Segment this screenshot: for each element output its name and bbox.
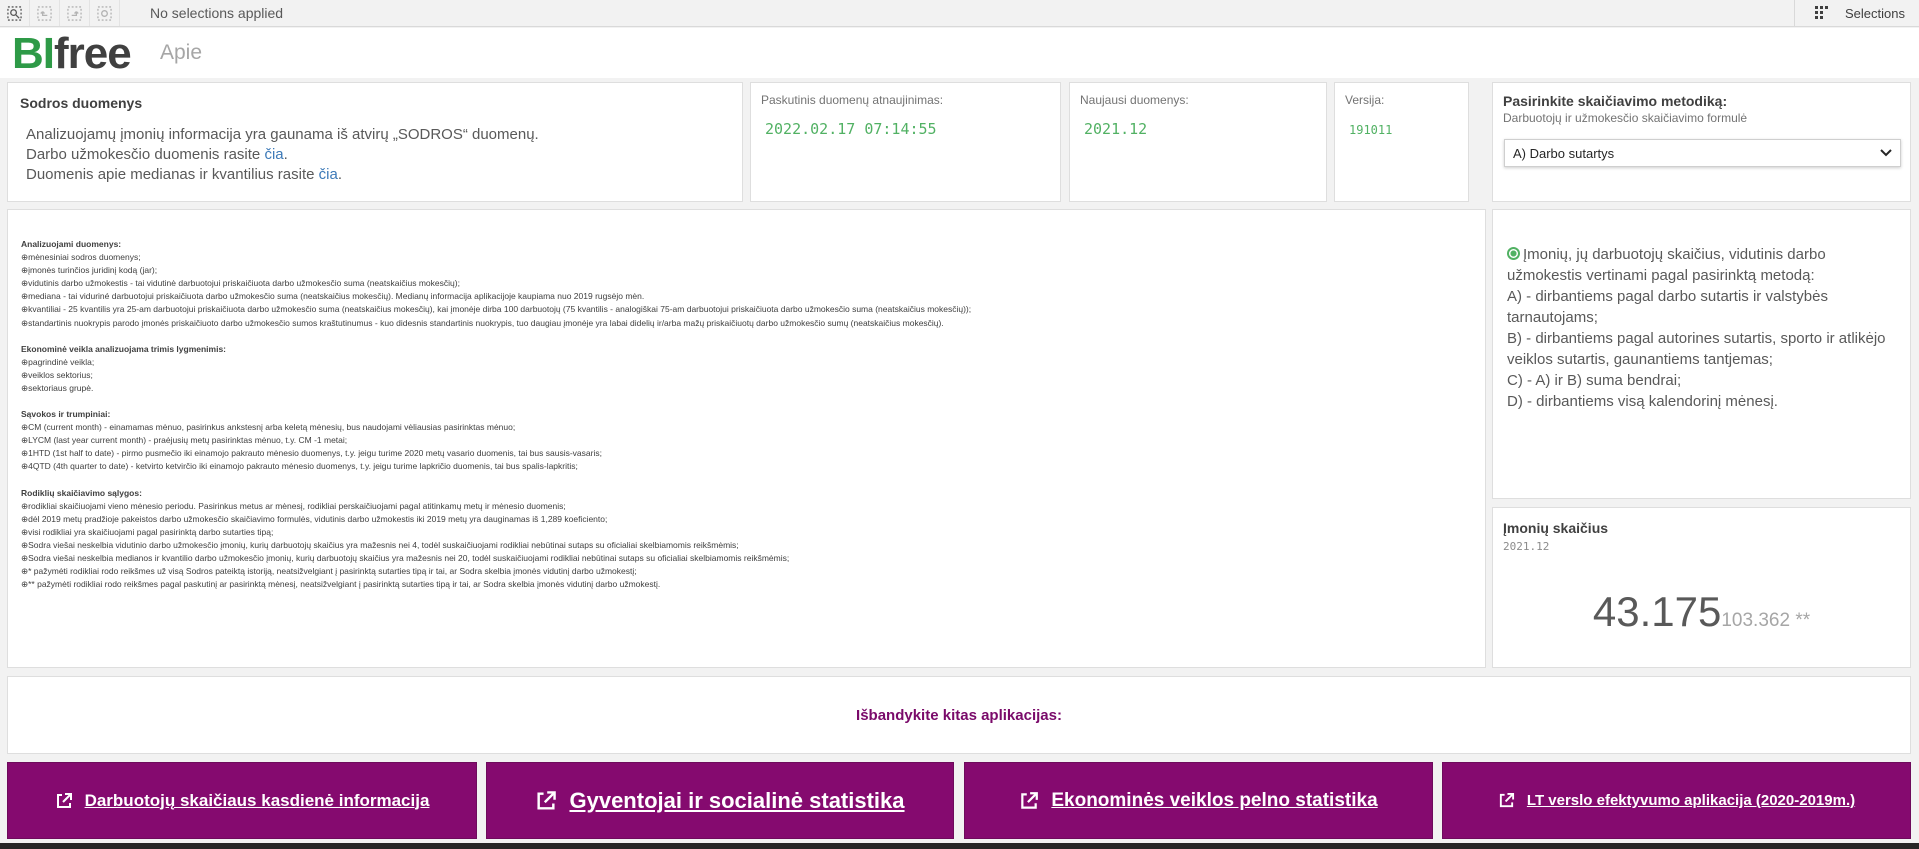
company-count-title: Įmonių skaičius [1503, 520, 1609, 536]
salary-data-link[interactable]: čia [264, 146, 283, 163]
method-c: C) - A) ir B) suma bendrai; [1507, 372, 1682, 389]
info-item: ⊕standartinis nuokrypis parodo įmonės pr… [21, 317, 944, 328]
info-item: ⊕mediana - tai viduriné darbuotojui pris… [21, 291, 645, 302]
sodros-line1: Analizuojamų įmonių informacija yra gaun… [26, 126, 539, 143]
method-title: Pasirinkite skaičiavimo metodiką: [1503, 93, 1728, 109]
app-button-profit-stats[interactable]: Ekonominės veiklos pelno statistika [964, 762, 1433, 839]
method-b: B) - dirbantiems pagal autorines sutarti… [1507, 330, 1886, 368]
info-item: ⊕įmonės turinčios juridinį kodą (jar); [21, 265, 158, 276]
version-label: Versija: [1345, 93, 1385, 107]
info-item: ⊕** pažymėti rodikliai rodo reikšmes pag… [21, 579, 661, 590]
radio-dot-icon [1507, 247, 1520, 260]
last-update-label: Paskutinis duomenų atnaujinimas: [761, 93, 944, 107]
external-link-icon [1499, 792, 1514, 808]
median-data-link[interactable]: čia [319, 166, 338, 183]
info-item: ⊕1HTD (1st half to date) - pirmo pusmeči… [21, 448, 602, 459]
company-count-date: 2021.12 [1503, 540, 1550, 553]
no-selections-text: No selections applied [150, 5, 284, 21]
latest-data-label: Naujausi duomenys: [1080, 93, 1189, 107]
info-item: ⊕sektoriaus grupė. [21, 382, 94, 393]
step-forward-button[interactable] [60, 0, 90, 26]
chevron-down-icon [1880, 149, 1892, 157]
step-back-button[interactable] [30, 0, 60, 26]
info-item: ⊕LYCM (last year current month) - praėju… [21, 435, 348, 446]
bifree-logo: BIfree [12, 29, 132, 78]
sodros-panel: Sodros duomenys Analizuojamų įmonių info… [7, 82, 743, 202]
info-section-title: Ekonominė veikla analizuojama trimis lyg… [21, 343, 227, 354]
info-item: ⊕pagrindinė veikla; [21, 356, 95, 367]
info-item: ⊕dėl 2019 metų pradžioje pakeistos darbo… [21, 513, 608, 524]
info-item: ⊕Sodra viešai neskelbia medianos ir kvan… [21, 552, 790, 563]
info-text-panel: Analizuojami duomenys: ⊕mėnesiniai sodro… [7, 209, 1486, 668]
info-item: ⊕rodikliai skaičiuojami vieno mėnesio pe… [21, 500, 566, 511]
method-dropdown[interactable]: A) Darbo sutartys [1504, 139, 1901, 167]
method-description-panel: Įmonių, jų darbuotojų skaičius, vidutini… [1492, 209, 1911, 499]
info-item: ⊕visi rodikliai yra skaičiuojami pagal p… [21, 526, 274, 537]
info-item: ⊕Sodra viešai neskelbia vidutinio darbo … [21, 539, 739, 550]
clear-selections-button[interactable] [90, 0, 120, 26]
latest-data-kpi: Naujausi duomenys: 2021.12 [1069, 82, 1327, 202]
info-section-title: Analizuojami duomenys: [21, 239, 122, 249]
app-button-label: LT verslo efektyvumo aplikacija (2020-20… [1526, 792, 1856, 809]
last-update-value: 2022.02.17 07:14:55 [765, 120, 937, 138]
external-link-icon [56, 792, 72, 808]
company-count-value: 43.175 [1592, 588, 1722, 635]
info-section-title: Sąvokos ir trumpiniai: [21, 409, 111, 420]
external-link-icon [1021, 791, 1039, 809]
sheet-header: BIfree Apie [0, 28, 1919, 78]
external-link-icon [537, 790, 557, 810]
last-update-kpi: Paskutinis duomenų atnaujinimas: 2022.02… [750, 82, 1061, 202]
selections-button[interactable]: Selections [1794, 0, 1919, 26]
sheet-title: Apie [160, 41, 203, 64]
info-item: ⊕kvantiliai - 25 kvantilis yra 25-am dar… [21, 304, 972, 315]
bottom-bar [0, 843, 1919, 849]
info-section-title: Rodiklių skaičiavimo sąlygos: [21, 487, 142, 498]
smart-search-icon [7, 5, 22, 21]
version-kpi: Versija: 191011 [1334, 82, 1469, 202]
info-item: ⊕mėnesiniai sodros duomenys; [21, 252, 141, 263]
method-selector-panel: Pasirinkite skaičiavimo metodiką: Darbuo… [1492, 82, 1911, 202]
info-item: ⊕vidutinis darbo užmokestis - tai viduti… [21, 278, 460, 289]
company-count-secondary: 103.362 ** [1721, 610, 1811, 631]
method-a: A) - dirbantiems pagal darbo sutartis ir… [1507, 288, 1828, 326]
app-button-label: Darbuotojų skaičiaus kasdienė informacij… [84, 790, 430, 810]
latest-data-value: 2021.12 [1084, 120, 1148, 138]
info-item: ⊕4QTD (4th quarter to date) - ketvirto k… [21, 461, 578, 472]
method-subtitle: Darbuotojų ir užmokesčio skaičiavimo for… [1503, 111, 1748, 125]
clear-selections-icon [97, 5, 112, 21]
sodros-line2: Darbo užmokesčio duomenis rasite čia. [26, 146, 288, 163]
selections-label: Selections [1845, 5, 1905, 21]
app-button-population-stats[interactable]: Gyventojai ir socialinė statistika [486, 762, 954, 839]
method-intro: Įmonių, jų darbuotojų skaičius, vidutini… [1507, 246, 1826, 284]
version-value: 191011 [1349, 123, 1393, 137]
company-count-kpi: Įmonių skaičius 2021.12 43.175103.362 ** [1492, 507, 1911, 668]
step-back-icon [37, 5, 52, 21]
step-forward-icon [67, 5, 82, 21]
app-button-daily-employees[interactable]: Darbuotojų skaičiaus kasdienė informacij… [7, 762, 477, 839]
app-button-label: Ekonominės veiklos pelno statistika [1051, 789, 1378, 811]
toolbar: No selections applied Selections [0, 0, 1919, 27]
app-button-label: Gyventojai ir socialinė statistika [569, 787, 905, 813]
smart-search-button[interactable] [0, 0, 30, 26]
try-apps-heading: Išbandykite kitas aplikacijas: [7, 676, 1911, 754]
sodros-line3: Duomenis apie medianas ir kvantilius ras… [26, 166, 342, 183]
app-button-business-efficiency[interactable]: LT verslo efektyvumo aplikacija (2020-20… [1442, 762, 1911, 839]
info-item: ⊕CM (current month) - einamamas mėnuo, p… [21, 422, 516, 433]
method-d: D) - dirbantiems visą kalendorinį mėnesį… [1507, 393, 1778, 410]
info-item: ⊕veiklos sektorius; [21, 369, 93, 380]
method-selected-value: A) Darbo sutartys [1513, 145, 1615, 161]
sodros-title: Sodros duomenys [20, 95, 143, 111]
grid-icon [1815, 6, 1829, 19]
info-item: ⊕* pažymėti rodikliai rodo reikšmes už v… [21, 566, 637, 577]
